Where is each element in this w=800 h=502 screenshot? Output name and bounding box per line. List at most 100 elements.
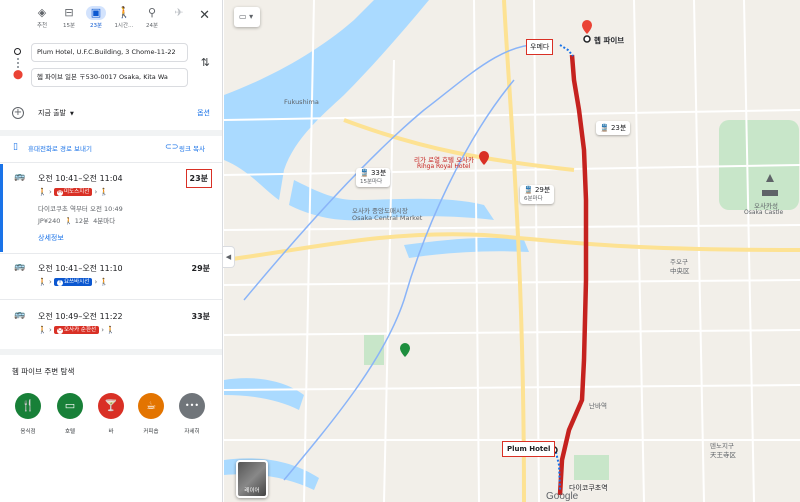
- fare: JP¥240: [38, 217, 61, 225]
- category-coffee[interactable]: ☕ 커피숍: [131, 393, 171, 435]
- route-bubble-33[interactable]: 🚆 33분 15분마다: [356, 168, 391, 187]
- destination-pin-icon: ⬤: [13, 70, 24, 80]
- airplane-icon: ✈: [174, 6, 184, 19]
- map-label-plum-hotel: Plum Hotel: [502, 441, 556, 457]
- car-icon: ⊟: [64, 6, 74, 19]
- line-badge: Y 요쓰바시선: [53, 278, 93, 286]
- fork-knife-icon: 🍴: [15, 393, 41, 419]
- walk-icon: 🚶: [117, 6, 131, 19]
- add-stop-icon[interactable]: +: [12, 107, 24, 119]
- category-restaurants[interactable]: 🍴 음식점: [8, 393, 48, 435]
- mode-flight[interactable]: ✈: [167, 6, 191, 20]
- walk-time: 12분: [74, 217, 89, 225]
- caret-down-icon: ▼: [70, 111, 74, 117]
- keyboard-icon: ▭ ▾: [239, 12, 254, 21]
- mode-bike[interactable]: ⚲ 24분: [140, 6, 164, 29]
- mode-walk[interactable]: 🚶 1시간…: [112, 6, 136, 29]
- destination-marker: [583, 35, 591, 43]
- route-option-3[interactable]: 🚌 오전 10:49–오전 11:22 33분 🚶 › O 오사카 순환선 › 🚶: [0, 302, 222, 346]
- route-option-1[interactable]: 🚌 오전 10:41–오전 11:04 23분 🚶 › M 미도스지선 › 🚶 다…: [0, 164, 222, 252]
- send-to-phone-button[interactable]: 휴대전화로 경로 보내기: [28, 143, 92, 153]
- category-label: 바: [108, 429, 114, 435]
- walk-route-line: [559, 44, 574, 57]
- route-legs: 🚶 › O 오사카 순환선 › 🚶: [38, 326, 116, 334]
- options-button[interactable]: 옵션: [197, 108, 210, 118]
- walk-route-line: [554, 447, 561, 491]
- route-time: 오전 10:41–오전 11:10: [38, 264, 123, 273]
- divider: [0, 299, 222, 300]
- river: [224, 0, 429, 200]
- map-label-hep: 헵 파이브: [594, 36, 625, 45]
- route-bubble-29[interactable]: 🚆 29분 6분마다: [520, 185, 555, 204]
- bubble-sub: 6분마다: [524, 196, 543, 202]
- line-name: 오사카 순환선: [63, 327, 97, 333]
- collapse-panel-button[interactable]: ◀: [223, 246, 235, 268]
- route-duration: 23분: [185, 169, 212, 188]
- mode-label: 15분: [62, 23, 76, 29]
- details-link[interactable]: 상세정보: [38, 233, 64, 243]
- map-label-market-en: Osaka Central Market: [352, 214, 423, 222]
- phone-icon: ▯: [13, 142, 18, 152]
- category-hotels[interactable]: ▭ 호텔: [50, 393, 90, 435]
- map-label-royal-en: Rihga Royal Hotel: [417, 163, 471, 170]
- route-option-2[interactable]: 🚌 오전 10:41–오전 11:10 29분 🚶 › Y 요쓰바시선 › 🚶: [0, 254, 222, 298]
- destination-input[interactable]: 헴 파이브 일본 〒530-0017 Osaka, Kita Wa: [31, 68, 188, 87]
- mode-label: 추천: [36, 23, 48, 29]
- bike-icon: ⚲: [147, 6, 157, 19]
- route-legs: 🚶 › Y 요쓰바시선 › 🚶: [38, 278, 109, 286]
- depart-time-select[interactable]: 지금 출발 ▼: [38, 108, 74, 118]
- canal: [404, 237, 529, 258]
- route-time: 오전 10:41–오전 11:04: [38, 174, 123, 183]
- diamond-icon: ◈: [37, 6, 47, 19]
- mode-label: 24분: [145, 23, 159, 29]
- category-bars[interactable]: 🍸 바: [91, 393, 131, 435]
- train-icon: ▣: [86, 6, 106, 20]
- metro-icon: Y: [56, 280, 63, 286]
- frequency: 4분마다: [93, 217, 116, 225]
- bus-icon: 🚌: [14, 172, 26, 182]
- layers-button[interactable]: 레이어: [236, 460, 268, 498]
- park: [574, 455, 609, 480]
- mode-label: 1시간…: [114, 23, 134, 29]
- depart-label: 지금 출발: [38, 109, 66, 117]
- map-label-umeda: 우메다: [526, 39, 554, 55]
- category-label: 자세히: [184, 429, 200, 435]
- mode-car[interactable]: ⊟ 15분: [57, 6, 81, 29]
- map-label-chuo-jp: 中央区: [670, 267, 690, 275]
- divider: [0, 349, 222, 355]
- swap-icon[interactable]: ⇅: [201, 56, 210, 69]
- google-logo: Google: [546, 491, 579, 502]
- category-more[interactable]: ••• 자세히: [172, 393, 212, 435]
- close-icon[interactable]: ✕: [199, 8, 210, 23]
- travel-mode-bar: ◈ 추천 ⊟ 15분 ▣ 23분 🚶 1시간… ⚲ 24분 ✈ ✕: [0, 0, 222, 40]
- explore-title: 헴 파이브 주변 탐색: [12, 367, 75, 376]
- bubble-sub: 15분마다: [360, 179, 383, 185]
- route-legs: 🚶 › M 미도스지선 › 🚶: [38, 188, 109, 196]
- map-canvas: [224, 0, 800, 502]
- category-label: 음식점: [20, 429, 36, 435]
- line-badge: M 미도스지선: [53, 188, 93, 196]
- origin-dot-icon: [14, 48, 21, 55]
- depart-row: + 지금 출발 ▼ 옵션: [0, 103, 222, 125]
- layers-label: 레이어: [244, 488, 260, 494]
- directions-panel: ◈ 추천 ⊟ 15분 ▣ 23분 🚶 1시간… ⚲ 24분 ✈ ✕ ⬤ Plum…: [0, 0, 223, 502]
- map-label-tennoji-jp: 天王寺区: [710, 451, 736, 459]
- bubble-text: 29분: [534, 186, 551, 194]
- map-view[interactable]: 우메다 헵 파이브 Plum Hotel 다이코쿠초역 Fukushima 리가…: [224, 0, 800, 502]
- mode-transit[interactable]: ▣ 23분: [84, 6, 108, 29]
- route-meta: JP¥240 🚶 12분 4분마다: [38, 217, 116, 225]
- cocktail-icon: 🍸: [98, 393, 124, 419]
- coffee-icon: ☕: [138, 393, 164, 419]
- copy-link-button[interactable]: 링크 복사: [179, 143, 205, 153]
- connector-dots: [17, 58, 19, 70]
- route-bubble-23[interactable]: 🚆 23분: [596, 121, 631, 135]
- mode-recommended[interactable]: ◈ 추천: [30, 6, 54, 29]
- mode-label: 23분: [89, 23, 103, 29]
- map-label-fukushima: Fukushima: [284, 98, 319, 106]
- origin-input[interactable]: Plum Hotel, U.F.C.Building, 3 Chome-11-2…: [31, 43, 188, 62]
- metro-icon: M: [56, 190, 63, 196]
- map-menu-button[interactable]: ▭ ▾: [234, 7, 260, 27]
- bus-icon: 🚌: [14, 310, 26, 320]
- divider: [0, 162, 222, 163]
- transit-route-line: [557, 54, 589, 496]
